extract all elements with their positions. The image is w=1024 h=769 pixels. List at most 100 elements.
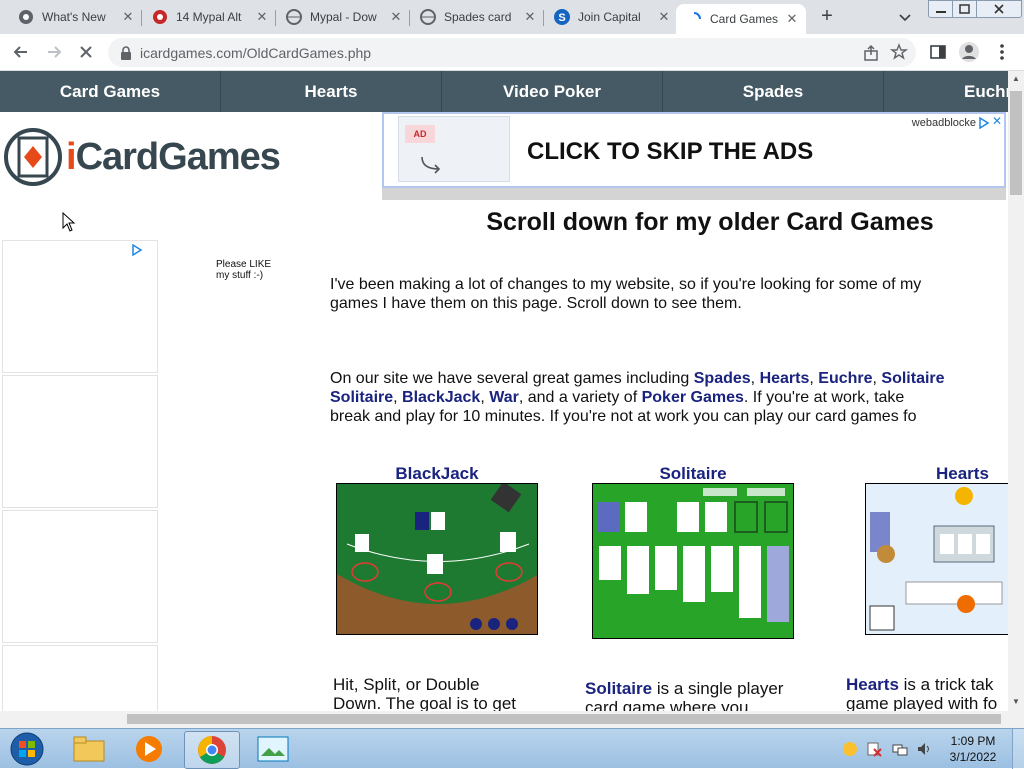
browser-toolbar: icardgames.com/OldCardGames.php [0,34,1024,71]
maximize-button[interactable] [952,0,978,18]
volume-icon[interactable] [916,741,932,762]
nav-card-games[interactable]: Card Games [0,71,221,112]
close-icon[interactable]: ✕ [388,9,404,25]
tab-search-icon[interactable] [896,8,914,26]
file-explorer-icon[interactable] [62,731,116,767]
solitaire-thumbnail[interactable] [592,483,794,639]
site-nav: Card Games Hearts Video Poker Spades Euc… [0,71,1008,112]
clock-date: 3/1/2022 [949,750,997,764]
close-icon[interactable]: ✕ [522,9,538,25]
system-clock[interactable]: 1:09 PM 3/1/2022 [940,733,1006,765]
start-orb[interactable] [0,731,54,767]
side-ad-slot[interactable] [2,375,158,508]
close-window-button[interactable] [976,0,1022,18]
hearts-thumbnail[interactable] [865,483,1008,635]
games-paragraph-line: break and play for 10 minutes. If you're… [330,408,917,425]
tab-mypal-alt[interactable]: 14 Mypal Alt ✕ [142,4,276,30]
ad-text[interactable]: CLICK TO SKIP THE ADS [527,138,813,166]
nav-spades[interactable]: Spades [663,71,884,112]
scroll-up-arrow-icon[interactable]: ▲ [1012,74,1020,83]
close-icon[interactable]: ✕ [656,9,672,25]
ad-close-icon[interactable]: ✕ [992,114,1002,128]
scroll-down-arrow-icon[interactable]: ▼ [1012,697,1020,706]
horizontal-scrollbar[interactable] [0,711,1024,728]
clock-time: 1:09 PM [950,734,996,748]
ad-tag: AD [405,125,435,143]
game-title-blackjack[interactable]: BlackJack [336,464,538,484]
chrome-icon[interactable] [184,731,240,769]
forward-button[interactable] [40,38,68,66]
description-line: Down. The goal is to get [333,694,517,711]
game-title-solitaire[interactable]: Solitaire [592,464,794,484]
image-viewer-icon[interactable] [246,731,300,767]
link-blackjack[interactable]: BlackJack [402,389,480,406]
minimize-button[interactable] [928,0,954,18]
sidebar-ads [2,240,158,711]
nav-video-poker[interactable]: Video Poker [442,71,663,112]
tab-mypal-download[interactable]: Mypal - Dow ✕ [276,4,410,30]
blackjack-thumbnail[interactable] [336,483,538,635]
adchoices-icon[interactable] [131,243,143,261]
side-ad-slot[interactable] [2,645,158,711]
nav-euchre[interactable]: Euchre [884,71,1008,112]
back-button[interactable] [7,38,35,66]
link-war[interactable]: War [489,389,519,406]
url-text[interactable]: icardgames.com/OldCardGames.php [140,45,371,61]
like-text-line: my stuff :-) [216,270,264,281]
tab-spades-card[interactable]: Spades card ✕ [410,4,544,30]
network-status-icon[interactable] [842,741,858,762]
media-player-icon[interactable] [122,731,176,767]
link-spades[interactable]: Spades [694,370,751,387]
link-hearts[interactable]: Hearts [760,370,810,387]
tab-title: Card Games [710,12,779,26]
game-title-hearts[interactable]: Hearts [866,464,1008,484]
mypal-icon [152,9,168,25]
windows-taskbar: 1:09 PM 3/1/2022 [0,728,1024,769]
lock-icon[interactable] [120,45,132,60]
show-desktop-button[interactable] [1012,729,1024,769]
ad-banner[interactable]: AD CLICK TO SKIP THE ADS webadblocke ✕ [382,112,1006,188]
loading-icon [686,11,702,27]
logo-emblem-icon [4,128,62,186]
close-icon[interactable]: ✕ [254,9,270,25]
tab-whats-new[interactable]: What's New ✕ [8,4,142,30]
intro-paragraph: I've been making a lot of changes to my … [330,275,921,313]
link-solitaire-2[interactable]: Solitaire [330,389,393,406]
solitaire-board-image [593,484,793,638]
vertical-scrollbar[interactable]: ▲ ▼ [1008,71,1024,711]
globe-icon [420,9,436,25]
menu-kebab-icon[interactable] [988,38,1016,66]
close-icon[interactable]: ✕ [120,9,136,25]
link-solitaire[interactable]: Solitaire [881,370,944,387]
side-ad-slot[interactable] [2,510,158,643]
tab-title: 14 Mypal Alt [176,10,242,24]
logo-text: iCardGames [66,135,281,178]
tab-title: Mypal - Dow [310,10,377,24]
arrow-icon [421,156,441,174]
scroll-thumb[interactable] [1010,91,1022,195]
tab-card-games[interactable]: Card Games ✕ [676,4,806,34]
description-line: card game where you [585,698,749,711]
hearts-description: Hearts is a trick tak game played with f… [846,675,997,711]
side-ad-slot[interactable] [2,240,158,373]
site-logo[interactable]: iCardGames [2,125,322,189]
stop-loading-button[interactable] [72,38,100,66]
tab-join-capital[interactable]: S Join Capital ✕ [544,4,678,30]
adchoices-icon[interactable] [978,116,990,134]
new-tab-button[interactable]: + [816,5,838,29]
link-euchre[interactable]: Euchre [818,370,872,387]
blackjack-table-image [337,484,537,634]
nav-hearts[interactable]: Hearts [221,71,442,112]
side-panel-icon[interactable] [924,38,952,66]
address-bar[interactable]: icardgames.com/OldCardGames.php [108,38,916,67]
link-poker-games[interactable]: Poker Games [642,389,744,406]
network-icon[interactable] [892,741,908,762]
like-text-line: Please LIKE [216,259,272,270]
games-paragraph-line: Solitaire, BlackJack, War, and a variety… [330,389,905,406]
share-icon[interactable] [862,44,880,67]
close-icon[interactable]: ✕ [784,11,800,27]
profile-avatar-icon[interactable] [955,38,983,66]
action-center-icon[interactable] [866,741,882,762]
bookmark-star-icon[interactable] [889,43,909,66]
scroll-thumb[interactable] [127,714,1001,724]
